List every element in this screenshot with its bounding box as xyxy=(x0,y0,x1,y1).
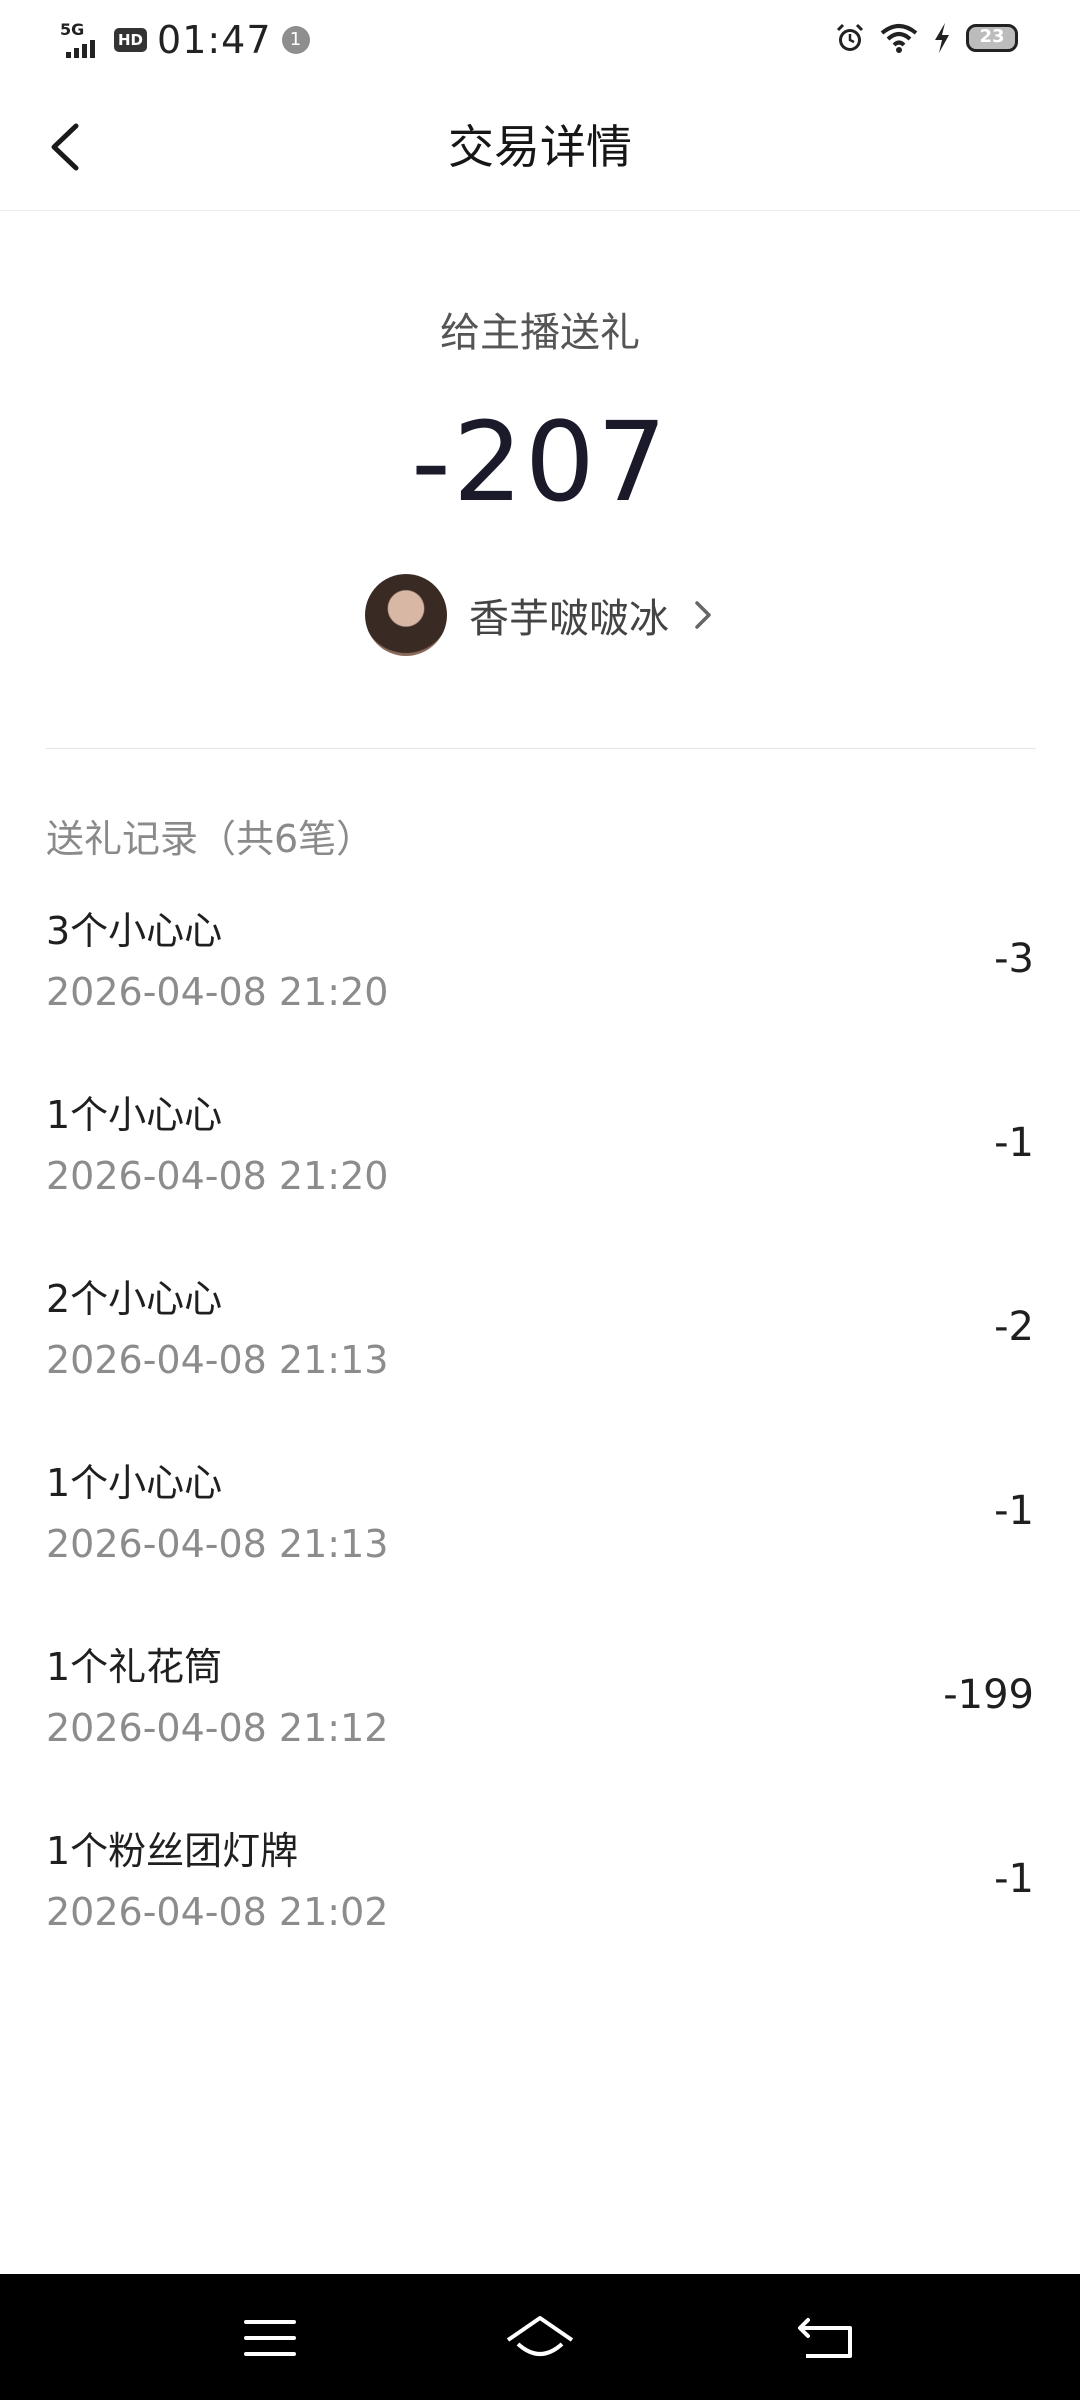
gift-value: -1 xyxy=(994,1856,1034,1902)
home-icon[interactable] xyxy=(500,2308,580,2368)
gift-time: 2026-04-08 21:13 xyxy=(46,1338,389,1382)
gift-record-list: 3个小心心 2026-04-08 21:20 -3 1个小心心 2026-04-… xyxy=(46,890,1036,1994)
page-title: 交易详情 xyxy=(448,120,632,174)
gift-name: 3个小心心 xyxy=(46,909,223,953)
top-bar: 交易详情 xyxy=(0,84,1080,211)
list-item: 1个小心心 2026-04-08 21:13 -1 xyxy=(46,1442,1036,1626)
gift-name: 1个礼花筒 xyxy=(46,1645,223,1689)
gift-value: -2 xyxy=(994,1304,1034,1350)
system-nav-bar xyxy=(0,2274,1080,2400)
chevron-right-icon[interactable] xyxy=(691,597,715,633)
back-nav-icon[interactable] xyxy=(794,2308,858,2368)
gift-time: 2026-04-08 21:02 xyxy=(46,1890,389,1934)
list-item: 1个礼花筒 2026-04-08 21:12 -199 xyxy=(46,1626,1036,1810)
avatar[interactable] xyxy=(365,574,447,656)
list-item: 1个粉丝团灯牌 2026-04-08 21:02 -1 xyxy=(46,1810,1036,1994)
charging-icon xyxy=(935,23,949,53)
gift-time: 2026-04-08 21:20 xyxy=(46,1154,389,1198)
gift-name: 1个小心心 xyxy=(46,1461,223,1505)
anchor-name[interactable]: 香芋啵啵冰 xyxy=(469,586,669,644)
anchor-link[interactable]: 香芋啵啵冰 xyxy=(0,574,1080,656)
transaction-amount: -207 xyxy=(411,398,669,526)
gift-time: 2026-04-08 21:12 xyxy=(46,1706,389,1750)
transaction-type: 给主播送礼 xyxy=(440,310,640,356)
divider xyxy=(46,748,1036,749)
notification-badge: 1 xyxy=(281,26,310,54)
hd-badge: HD xyxy=(114,28,148,52)
gift-value: -199 xyxy=(943,1672,1034,1718)
gift-name: 2个小心心 xyxy=(46,1277,223,1321)
signal-icon: 5G xyxy=(60,20,104,60)
gift-time: 2026-04-08 21:20 xyxy=(46,970,389,1014)
menu-icon[interactable] xyxy=(238,2308,302,2368)
gift-name: 1个粉丝团灯牌 xyxy=(46,1829,299,1873)
status-bar: 5G HD 01:47 1 23 xyxy=(0,0,1080,84)
gift-value: -1 xyxy=(994,1488,1034,1534)
status-time: 01:47 xyxy=(157,18,272,62)
alarm-icon xyxy=(836,23,864,51)
gift-time: 2026-04-08 21:13 xyxy=(46,1522,389,1566)
battery-icon: 23 xyxy=(966,24,1018,52)
wifi-icon xyxy=(880,24,918,53)
list-item: 2个小心心 2026-04-08 21:13 -2 xyxy=(46,1258,1036,1442)
list-item: 3个小心心 2026-04-08 21:20 -3 xyxy=(46,890,1036,1074)
list-item: 1个小心心 2026-04-08 21:20 -1 xyxy=(46,1074,1036,1258)
records-title: 送礼记录（共6笔） xyxy=(46,817,375,861)
gift-name: 1个小心心 xyxy=(46,1093,223,1137)
gift-value: -1 xyxy=(994,1120,1034,1166)
gift-value: -3 xyxy=(994,936,1034,982)
